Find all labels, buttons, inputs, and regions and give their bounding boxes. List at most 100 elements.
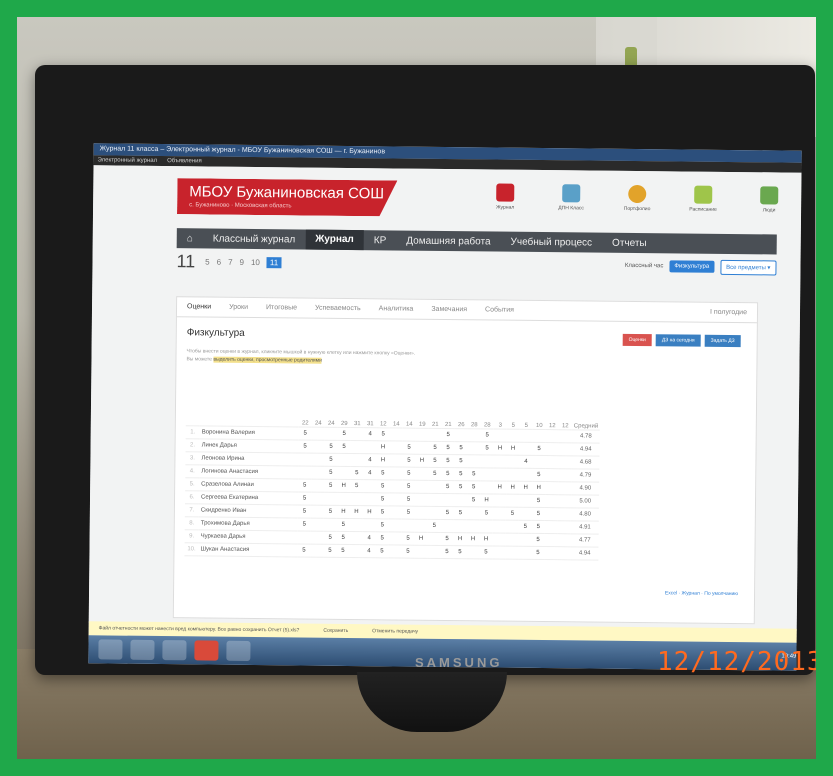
grade-cell[interactable]: [492, 533, 506, 547]
grade-cell[interactable]: [467, 441, 481, 455]
grade-cell[interactable]: [518, 546, 532, 560]
grade-cell[interactable]: [427, 532, 441, 546]
grade-cell[interactable]: Н: [532, 481, 546, 495]
grade-cell[interactable]: [311, 479, 325, 493]
start-button[interactable]: [98, 639, 123, 660]
grade-cell[interactable]: 5: [324, 440, 338, 454]
grade-6[interactable]: 6: [217, 257, 222, 266]
grade-cell[interactable]: [557, 507, 571, 521]
grade-cell[interactable]: 5: [441, 467, 455, 481]
grade-cell[interactable]: 5: [375, 505, 389, 519]
journal-link[interactable]: Журнал: [483, 183, 527, 211]
grade-cell[interactable]: 5: [428, 454, 442, 468]
taskbar-app[interactable]: [226, 640, 251, 661]
grade-cell[interactable]: [427, 493, 442, 507]
grade-cell[interactable]: Н: [479, 493, 494, 508]
grade-cell[interactable]: 5: [466, 493, 481, 507]
tab-journal[interactable]: Электронный журнал: [98, 155, 158, 166]
taskbar-app[interactable]: [130, 639, 155, 660]
grade-cell[interactable]: 5: [402, 441, 416, 455]
grade-cell[interactable]: 5: [454, 467, 468, 481]
grade-cell[interactable]: [558, 429, 572, 443]
grade-cell[interactable]: [388, 531, 402, 546]
grade-cell[interactable]: 5: [427, 519, 441, 533]
grade-cell[interactable]: Н: [506, 481, 520, 495]
grade-cell[interactable]: 5: [479, 506, 493, 521]
tab-lessons[interactable]: Уроки: [229, 304, 248, 311]
grade-cell[interactable]: [544, 494, 559, 508]
grade-cell[interactable]: [311, 427, 325, 441]
grade-cell[interactable]: [297, 530, 311, 545]
tab-announcements[interactable]: Объявления: [167, 156, 202, 166]
grade-cell[interactable]: [558, 455, 572, 469]
grade-cell[interactable]: [350, 427, 364, 441]
grade-cell[interactable]: 5: [297, 491, 312, 506]
grade-cell[interactable]: 4: [363, 453, 377, 467]
grade-cell[interactable]: [506, 455, 520, 469]
grade-cell[interactable]: 5: [336, 544, 350, 558]
grade-cell[interactable]: 5: [336, 518, 350, 532]
grade-cell[interactable]: [402, 428, 416, 442]
grade-cell[interactable]: [389, 440, 403, 455]
grade-cell[interactable]: 5: [531, 533, 545, 547]
grade-cell[interactable]: [480, 454, 494, 469]
grade-cell[interactable]: [362, 518, 376, 532]
grade-cell[interactable]: [532, 429, 546, 443]
grade-cell[interactable]: [505, 494, 520, 508]
grade-cell[interactable]: [323, 518, 337, 532]
grade-9[interactable]: 9: [240, 257, 245, 266]
grade-cell[interactable]: 5: [428, 467, 442, 481]
grade-cell[interactable]: Н: [479, 532, 493, 547]
grade-cell[interactable]: Н: [376, 453, 390, 467]
grade-cell[interactable]: Н: [506, 442, 520, 456]
grade-5[interactable]: 5: [205, 257, 210, 266]
grade-cell[interactable]: 5: [298, 439, 312, 454]
discard-button[interactable]: Отменить передачу: [372, 628, 418, 634]
grade-cell[interactable]: [558, 481, 572, 495]
grade-cell[interactable]: 5: [324, 453, 338, 467]
grade-cell[interactable]: Н: [414, 532, 428, 546]
grade-cell[interactable]: [362, 492, 377, 506]
grade-cell[interactable]: [505, 546, 519, 560]
grade-cell[interactable]: 4: [362, 544, 376, 558]
grade-cell[interactable]: [506, 429, 520, 443]
grade-cell[interactable]: [324, 427, 338, 441]
tab-events[interactable]: События: [485, 306, 514, 313]
tab-performance[interactable]: Успеваемость: [315, 305, 361, 312]
grade-cell[interactable]: 5: [532, 442, 546, 456]
grade-cell[interactable]: 5: [531, 507, 545, 521]
grade-cell[interactable]: [415, 467, 429, 481]
grade-cell[interactable]: [544, 533, 558, 547]
grade-cell[interactable]: [492, 507, 506, 521]
grade-cell[interactable]: [454, 428, 468, 442]
grade-cell[interactable]: 5: [298, 478, 312, 493]
grade-cell[interactable]: [427, 545, 441, 559]
grade-10[interactable]: 10: [251, 257, 260, 266]
grade-cell[interactable]: 5: [323, 531, 337, 545]
grade-cell[interactable]: [557, 520, 571, 534]
grade-cell[interactable]: [415, 428, 429, 442]
grade-cell[interactable]: [467, 428, 481, 442]
grade-cell[interactable]: [557, 546, 571, 560]
grades-button[interactable]: Оценки: [622, 333, 652, 347]
grade-cell[interactable]: [545, 442, 559, 456]
grade-cell[interactable]: [389, 479, 403, 494]
grade-cell[interactable]: 5: [298, 426, 312, 441]
grade-cell[interactable]: [310, 505, 324, 519]
grade-cell[interactable]: [505, 533, 519, 547]
grade-cell[interactable]: 5: [401, 506, 415, 520]
grade-cell[interactable]: [427, 506, 441, 520]
grade-cell[interactable]: [544, 507, 558, 521]
grade-cell[interactable]: [389, 466, 403, 481]
grade-cell[interactable]: [519, 442, 533, 456]
grade-cell[interactable]: Н: [466, 532, 480, 546]
grade-cell[interactable]: [415, 480, 429, 494]
grade-cell[interactable]: 5: [323, 544, 337, 558]
grade-cell[interactable]: [349, 544, 363, 558]
grade-cell[interactable]: 5: [401, 545, 415, 559]
grade-cell[interactable]: [506, 468, 520, 482]
grade-cell[interactable]: Н: [362, 505, 376, 519]
grade-cell[interactable]: [480, 467, 494, 482]
grade-cell[interactable]: [349, 531, 363, 545]
grade-cell[interactable]: [414, 519, 428, 533]
